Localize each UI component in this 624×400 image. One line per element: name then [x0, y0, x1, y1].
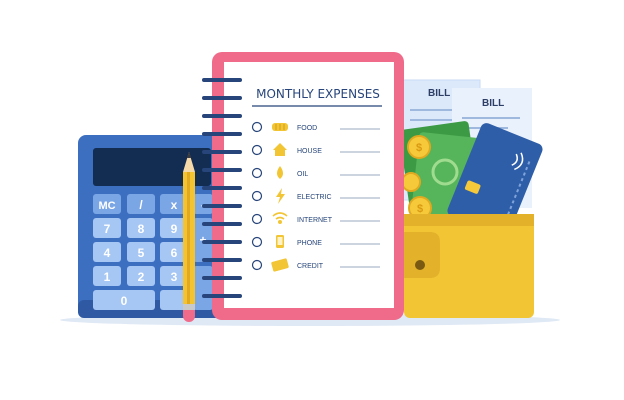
illustration-canvas: MC / x - 7 8 9 + 4 5 6 1 2 3 0	[60, 52, 560, 326]
calc-key-label: 1	[104, 270, 111, 284]
wallet-icon	[404, 214, 534, 318]
bill-label: BILL	[428, 88, 450, 99]
svg-text:$: $	[416, 142, 422, 154]
pencil-icon	[183, 152, 195, 322]
calc-key-label: 2	[138, 270, 145, 284]
expense-label: CREDIT	[297, 263, 324, 270]
page-title: MONTHLY EXPENSES	[256, 87, 380, 101]
calc-key-label: MC	[98, 200, 115, 212]
notepad: MONTHLY EXPENSES FOOD HOUSE OIL ELECTRIC…	[202, 52, 404, 320]
calc-key-label: x	[171, 198, 178, 212]
bill-label: BILL	[482, 98, 504, 109]
calc-key-label: 0	[121, 294, 128, 308]
calc-key-equals[interactable]	[193, 266, 213, 310]
calc-key-label: 4	[104, 246, 111, 260]
expense-label: OIL	[297, 171, 308, 178]
expense-label: ELECTRIC	[297, 194, 332, 201]
expense-label: HOUSE	[297, 148, 322, 155]
calc-key-label: 6	[171, 246, 178, 260]
expense-label: FOOD	[297, 125, 317, 132]
calc-key-label: 3	[171, 270, 178, 284]
food-icon	[272, 123, 288, 131]
svg-text:$: $	[417, 203, 423, 215]
calculator: MC / x - 7 8 9 + 4 5 6 1 2 3 0	[78, 135, 226, 318]
expense-label: PHONE	[297, 240, 322, 247]
calc-key-label: 9	[171, 222, 178, 236]
illustration: MC / x - 7 8 9 + 4 5 6 1 2 3 0	[0, 0, 624, 400]
calc-key-label: 8	[138, 222, 145, 236]
calc-key-label: 5	[138, 246, 145, 260]
phone-icon	[276, 235, 284, 248]
expense-label: INTERNET	[297, 217, 333, 224]
calc-key-label: 7	[104, 222, 111, 236]
